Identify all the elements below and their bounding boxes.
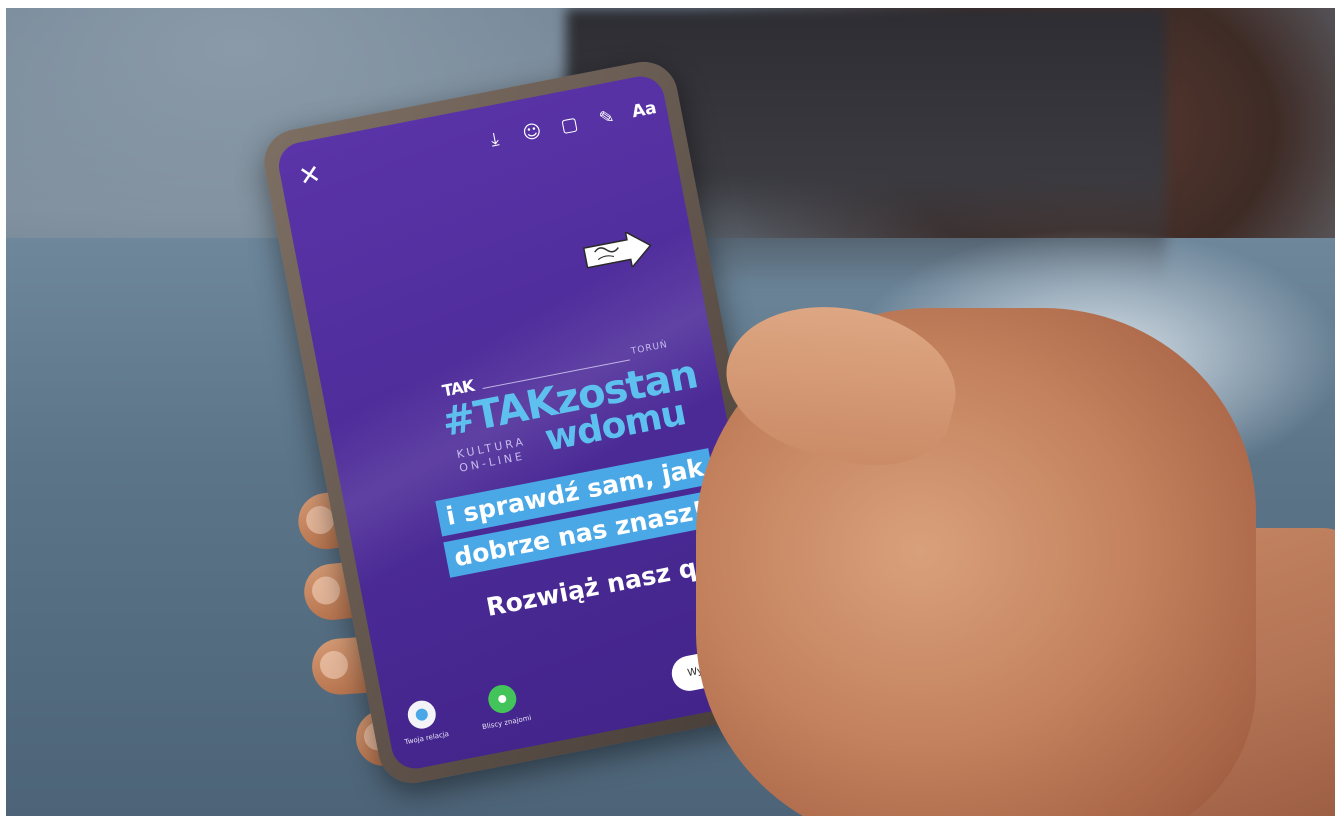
your-story-button[interactable]: Twoja relacja <box>398 697 450 747</box>
close-friends-button[interactable]: Bliscy znajomi <box>475 680 532 731</box>
text-tool-button[interactable]: Aa <box>630 98 658 122</box>
photo-background: ✕ ⤓ ☺ ▢ ✎ Aa TAK TORUŃ #TAKzostan KULTUR… <box>6 8 1335 816</box>
close-icon[interactable]: ✕ <box>296 159 323 193</box>
toolbar-icons: ⤓ ☺ ▢ ✎ Aa <box>481 96 659 153</box>
avatar-icon <box>405 698 439 731</box>
close-friends-label: Bliscy znajomi <box>481 713 533 732</box>
download-icon[interactable]: ⤓ <box>481 125 509 153</box>
fingernail <box>310 575 342 606</box>
audience-options: Twoja relacja Bliscy znajomi <box>398 680 532 747</box>
fingernail <box>319 650 349 680</box>
star-icon <box>485 682 519 716</box>
draw-icon[interactable]: ✎ <box>593 103 621 131</box>
your-story-label: Twoja relacja <box>404 729 450 747</box>
sticker-icon[interactable]: ▢ <box>555 111 583 139</box>
story-toolbar: ✕ ⤓ ☺ ▢ ✎ Aa <box>279 92 670 200</box>
emoji-icon[interactable]: ☺ <box>518 118 546 146</box>
